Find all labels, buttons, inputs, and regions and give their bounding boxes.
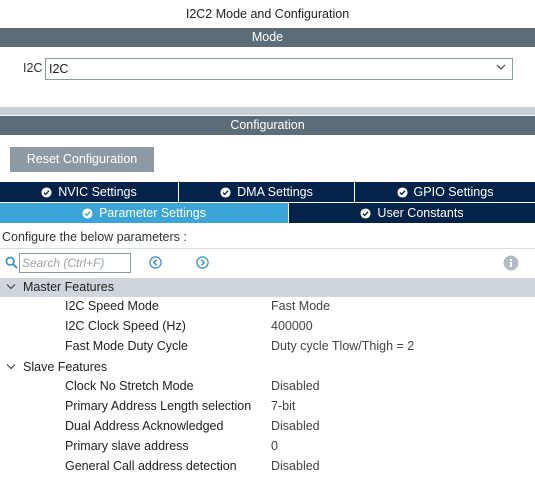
mode-field-label: I2C [23, 61, 43, 75]
group-header-slave-features[interactable]: Slave Features [0, 358, 535, 377]
arrow-right-circle-icon[interactable] [196, 256, 209, 269]
tabs-row-2: Parameter Settings User Constants [0, 203, 535, 223]
hint-divider [0, 248, 535, 249]
tab-gpio-settings[interactable]: GPIO Settings [355, 182, 535, 202]
check-circle-icon [82, 207, 93, 219]
tab-label: GPIO Settings [413, 185, 494, 199]
param-row[interactable]: I2C Clock Speed (Hz) 400000 [0, 317, 535, 337]
info-icon[interactable] [503, 255, 519, 271]
param-name: Primary slave address [65, 439, 189, 453]
chevron-down-icon [6, 284, 16, 290]
configuration-section-header: Configuration [0, 116, 535, 135]
tabs-row-1: NVIC Settings DMA Settings GPIO Settings [0, 182, 535, 202]
param-name: Fast Mode Duty Cycle [65, 339, 188, 353]
section-separator [0, 107, 535, 115]
tab-nvic-settings[interactable]: NVIC Settings [0, 182, 179, 202]
group-label: Slave Features [23, 360, 108, 374]
parameters-hint: Configure the below parameters : [2, 230, 187, 244]
reset-configuration-button[interactable]: Reset Configuration [10, 147, 154, 172]
chevron-down-icon [496, 64, 506, 70]
window-title: I2C2 Mode and Configuration [185, 7, 350, 21]
check-circle-icon [220, 186, 231, 198]
param-row[interactable]: Dual Address Acknowledged Disabled [0, 417, 535, 437]
group-header-master-features[interactable]: Master Features [0, 278, 535, 297]
chevron-down-icon [6, 364, 16, 370]
param-row[interactable]: I2C Speed Mode Fast Mode [0, 297, 535, 317]
tab-label: DMA Settings [237, 185, 313, 199]
param-row[interactable]: Primary Address Length selection 7-bit [0, 397, 535, 417]
tab-dma-settings[interactable]: DMA Settings [179, 182, 355, 202]
mode-row: I2C I2C [0, 57, 535, 81]
param-name: General Call address detection [65, 459, 237, 473]
check-circle-icon [360, 207, 371, 219]
param-name: I2C Speed Mode [65, 299, 159, 313]
param-value[interactable]: 0 [271, 439, 278, 453]
tab-label: User Constants [377, 206, 464, 220]
param-name: I2C Clock Speed (Hz) [65, 319, 186, 333]
param-value[interactable]: Fast Mode [271, 299, 330, 313]
param-row[interactable]: Clock No Stretch Mode Disabled [0, 377, 535, 397]
param-value[interactable]: 7-bit [271, 399, 295, 413]
mode-select-value: I2C [49, 62, 69, 76]
param-value[interactable]: Duty cycle Tlow/Thigh = 2 [271, 339, 414, 353]
check-circle-icon [397, 186, 408, 198]
group-label: Master Features [23, 280, 115, 294]
param-name: Clock No Stretch Mode [65, 379, 194, 393]
arrow-left-circle-icon[interactable] [149, 256, 162, 269]
param-value[interactable]: Disabled [271, 419, 320, 433]
param-row[interactable]: Fast Mode Duty Cycle Duty cycle Tlow/Thi… [0, 337, 535, 357]
param-value[interactable]: Disabled [271, 379, 320, 393]
param-row[interactable]: Primary slave address 0 [0, 437, 535, 457]
tab-parameter-settings[interactable]: Parameter Settings [0, 203, 289, 223]
param-name: Dual Address Acknowledged [65, 419, 224, 433]
check-circle-icon [41, 186, 52, 198]
search-icon [5, 256, 18, 269]
tab-user-constants[interactable]: User Constants [289, 203, 535, 223]
tab-label: NVIC Settings [58, 185, 137, 199]
param-value[interactable]: 400000 [271, 319, 313, 333]
param-row[interactable]: General Call address detection Disabled [0, 457, 535, 477]
param-name: Primary Address Length selection [65, 399, 252, 413]
tab-label: Parameter Settings [99, 206, 206, 220]
mode-section-header: Mode [0, 28, 535, 47]
mode-select[interactable]: I2C [45, 58, 513, 80]
search-input[interactable] [19, 253, 131, 273]
param-value[interactable]: Disabled [271, 459, 320, 473]
